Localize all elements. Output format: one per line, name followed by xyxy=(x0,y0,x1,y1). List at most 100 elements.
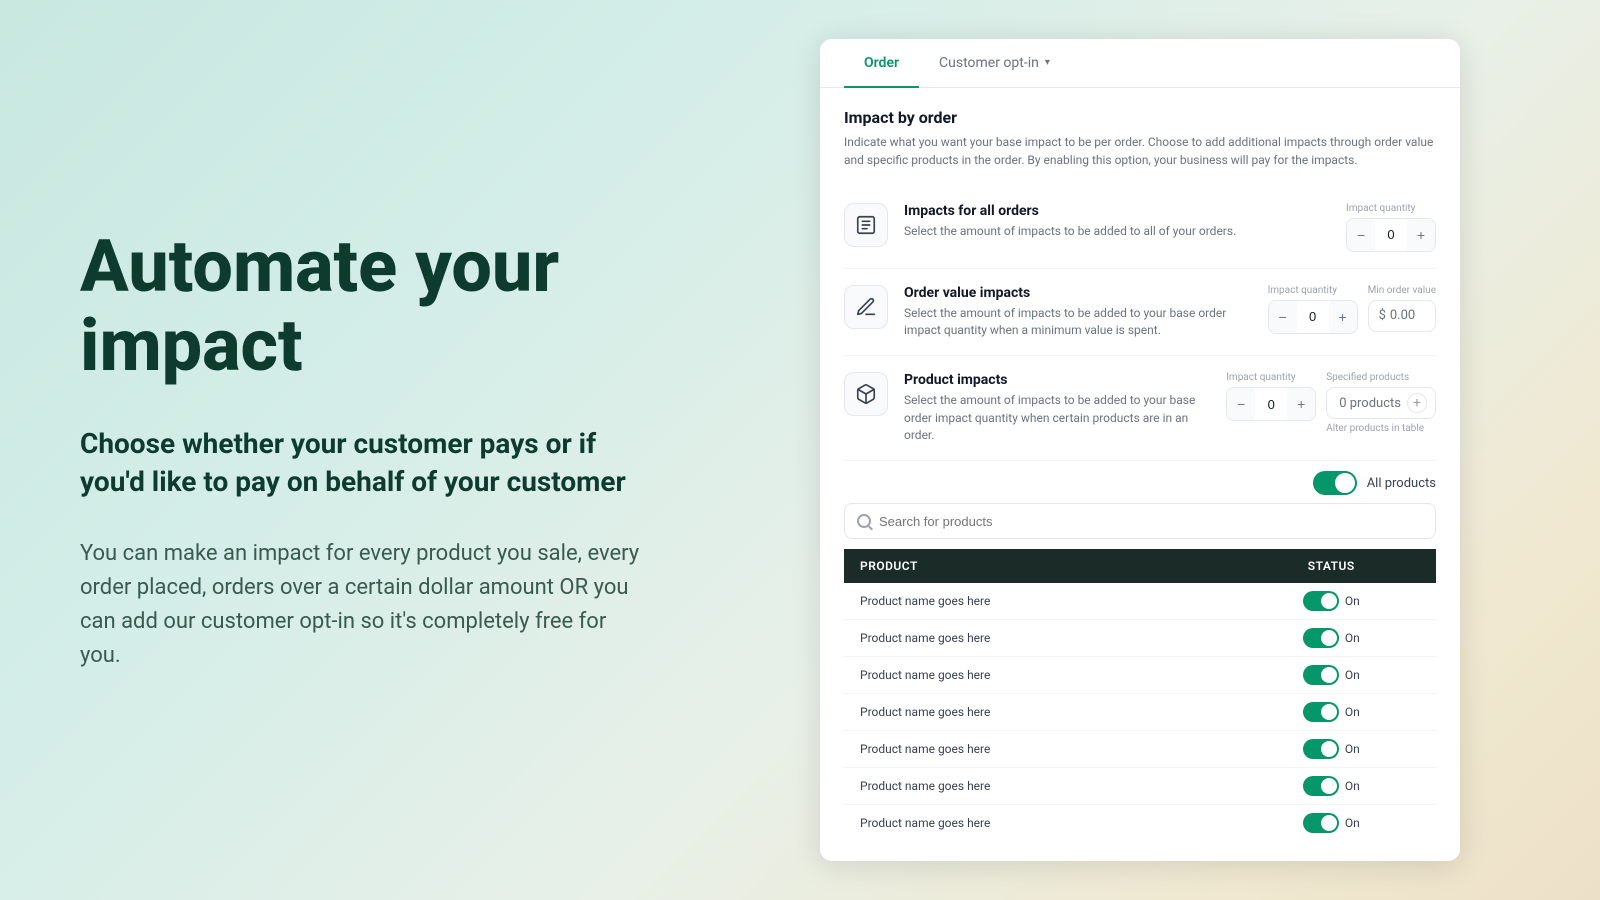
product-impacts-qty-increment[interactable]: + xyxy=(1287,388,1315,420)
product-impacts-content: Product impacts Select the amount of imp… xyxy=(904,372,1210,444)
row-toggle-2[interactable] xyxy=(1303,665,1339,685)
status-label-5: On xyxy=(1345,779,1360,793)
table-row: Product name goes here On xyxy=(844,583,1436,620)
all-orders-title: Impacts for all orders xyxy=(904,203,1330,219)
status-cell: On xyxy=(1227,768,1436,805)
row-toggle-6[interactable] xyxy=(1303,813,1339,833)
product-impacts-controls: Impact quantity − + Specified products 0… xyxy=(1226,372,1436,434)
all-orders-desc: Select the amount of impacts to be added… xyxy=(904,223,1330,240)
status-label-4: On xyxy=(1345,742,1360,756)
table-row: Product name goes here On xyxy=(844,694,1436,731)
order-value-qty-increment[interactable]: + xyxy=(1329,301,1357,333)
product-name: Product name goes here xyxy=(844,731,1227,768)
product-impacts-qty-label: Impact quantity xyxy=(1226,372,1316,383)
tab-order[interactable]: Order xyxy=(844,39,919,87)
status-label-6: On xyxy=(1345,816,1360,830)
order-value-qty-input[interactable] xyxy=(1297,309,1329,324)
min-order-value: 0.00 xyxy=(1390,308,1415,323)
specified-products-label: Specified products xyxy=(1326,372,1436,383)
card: Order Customer opt-in ▾ Impact by order … xyxy=(820,39,1460,862)
impact-row-all-orders: Impacts for all orders Select the amount… xyxy=(844,187,1436,269)
table-row: Product name goes here On xyxy=(844,620,1436,657)
product-impacts-icon xyxy=(844,372,888,416)
order-value-icon xyxy=(844,285,888,329)
status-cell: On xyxy=(1227,620,1436,657)
all-orders-qty-input[interactable] xyxy=(1375,227,1407,242)
currency-symbol: $ xyxy=(1379,308,1386,323)
product-impacts-title: Product impacts xyxy=(904,372,1210,388)
order-value-controls: Impact quantity − + Min order value $ 0.… xyxy=(1268,285,1436,334)
min-order-input[interactable]: $ 0.00 xyxy=(1368,300,1436,332)
product-impacts-qty-input[interactable] xyxy=(1255,397,1287,412)
all-products-label: All products xyxy=(1367,476,1436,491)
row-toggle-1[interactable] xyxy=(1303,628,1339,648)
search-input[interactable] xyxy=(879,514,1423,529)
col-header-status: STATUS xyxy=(1227,549,1436,583)
body-text: You can make an impact for every product… xyxy=(80,537,640,673)
status-cell: On xyxy=(1227,694,1436,731)
product-impacts-qty-box: Impact quantity − + xyxy=(1226,372,1316,421)
product-impacts-qty-control: − + xyxy=(1226,387,1316,421)
status-label-2: On xyxy=(1345,668,1360,682)
right-panel: Order Customer opt-in ▾ Impact by order … xyxy=(720,19,1600,882)
product-impacts-desc: Select the amount of impacts to be added… xyxy=(904,392,1210,444)
product-name: Product name goes here xyxy=(844,657,1227,694)
col-header-product: PRODUCT xyxy=(844,549,1227,583)
product-table: PRODUCT STATUS Product name goes here On… xyxy=(844,549,1436,841)
all-orders-qty-decrement[interactable]: − xyxy=(1347,219,1375,251)
card-body: Impact by order Indicate what you want y… xyxy=(820,88,1460,862)
all-orders-qty-box: Impact quantity − + xyxy=(1346,203,1436,252)
table-row: Product name goes here On xyxy=(844,731,1436,768)
status-cell: On xyxy=(1227,583,1436,620)
order-value-content: Order value impacts Select the amount of… xyxy=(904,285,1252,340)
product-name: Product name goes here xyxy=(844,694,1227,731)
tab-customer-opt-in[interactable]: Customer opt-in ▾ xyxy=(919,39,1070,87)
product-name: Product name goes here xyxy=(844,805,1227,842)
table-row: Product name goes here On xyxy=(844,768,1436,805)
all-orders-icon xyxy=(844,203,888,247)
status-label-1: On xyxy=(1345,631,1360,645)
table-row: Product name goes here On xyxy=(844,805,1436,842)
order-value-qty-control: − + xyxy=(1268,300,1358,334)
row-toggle-0[interactable] xyxy=(1303,591,1339,611)
status-label-0: On xyxy=(1345,594,1360,608)
order-value-qty-label: Impact quantity xyxy=(1268,285,1358,296)
all-orders-qty-label: Impact quantity xyxy=(1346,203,1436,214)
search-box xyxy=(844,503,1436,539)
min-order-box: Min order value $ 0.00 xyxy=(1368,285,1436,332)
specified-products-control[interactable]: 0 products + xyxy=(1326,387,1436,419)
product-impacts-qty-decrement[interactable]: − xyxy=(1227,388,1255,420)
all-orders-qty-increment[interactable]: + xyxy=(1407,219,1435,251)
specified-products-value: 0 products xyxy=(1339,396,1401,411)
order-value-qty-decrement[interactable]: − xyxy=(1269,301,1297,333)
alter-hint: Alter products in table xyxy=(1326,423,1436,434)
left-panel: Automate your impact Choose whether your… xyxy=(0,167,720,733)
search-icon xyxy=(857,514,871,528)
all-orders-qty-control: − + xyxy=(1346,218,1436,252)
product-name: Product name goes here xyxy=(844,583,1227,620)
status-cell: On xyxy=(1227,657,1436,694)
row-toggle-4[interactable] xyxy=(1303,739,1339,759)
row-toggle-3[interactable] xyxy=(1303,702,1339,722)
product-name: Product name goes here xyxy=(844,620,1227,657)
order-value-title: Order value impacts xyxy=(904,285,1252,301)
add-product-icon[interactable]: + xyxy=(1407,393,1427,413)
status-cell: On xyxy=(1227,805,1436,842)
min-order-label: Min order value xyxy=(1368,285,1436,296)
table-row: Product name goes here On xyxy=(844,657,1436,694)
product-name: Product name goes here xyxy=(844,768,1227,805)
all-products-toggle[interactable] xyxy=(1313,471,1357,495)
all-products-row: All products xyxy=(844,461,1436,503)
tabs-bar: Order Customer opt-in ▾ xyxy=(820,39,1460,88)
status-cell: On xyxy=(1227,731,1436,768)
order-value-desc: Select the amount of impacts to be added… xyxy=(904,305,1252,340)
specified-products-box: Specified products 0 products + Alter pr… xyxy=(1326,372,1436,434)
section-title: Impact by order xyxy=(844,108,1436,127)
impact-row-order-value: Order value impacts Select the amount of… xyxy=(844,269,1436,357)
impact-row-product: Product impacts Select the amount of imp… xyxy=(844,356,1436,461)
all-orders-content: Impacts for all orders Select the amount… xyxy=(904,203,1330,240)
section-desc: Indicate what you want your base impact … xyxy=(844,133,1436,169)
row-toggle-5[interactable] xyxy=(1303,776,1339,796)
sub-heading: Choose whether your customer pays or if … xyxy=(80,425,640,501)
status-label-3: On xyxy=(1345,705,1360,719)
